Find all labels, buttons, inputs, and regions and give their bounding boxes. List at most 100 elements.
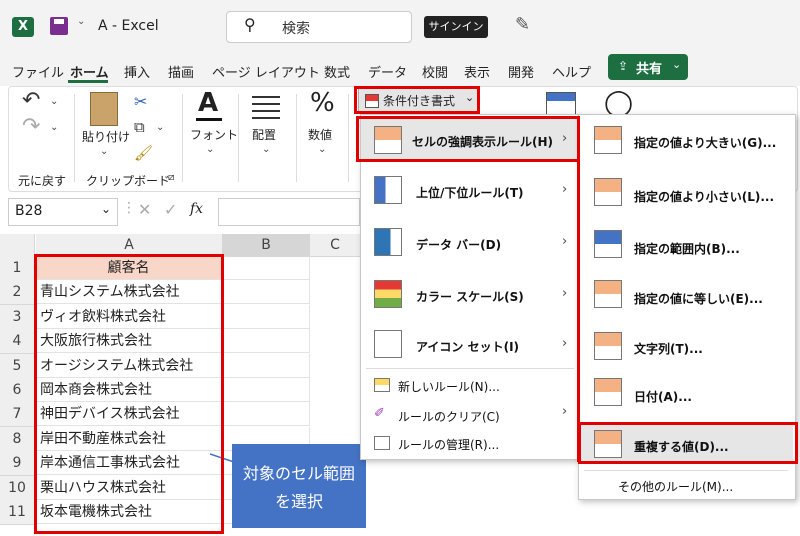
copy-icon[interactable]: ⧉	[134, 118, 145, 136]
row-header[interactable]: 11	[0, 500, 34, 525]
row-header[interactable]: 4	[0, 329, 34, 354]
tab-help[interactable]: ヘルプ	[552, 62, 591, 81]
menu-item-clear-rules[interactable]: ルールのクリア(C)	[398, 408, 500, 425]
menu-item-more-rules[interactable]: その他のルール(M)...	[618, 478, 733, 495]
less-than-icon	[594, 178, 622, 206]
cancel-icon[interactable]: ✕	[138, 200, 151, 219]
undo-group-label: 元に戻す	[18, 174, 67, 188]
menu-item-data-bar[interactable]: データ バー(D)	[416, 236, 501, 253]
redo-icon[interactable]: ↷	[22, 114, 40, 139]
redo-chevron-icon[interactable]: ⌄	[50, 122, 58, 133]
document-title: A - Excel	[98, 18, 159, 34]
row-header[interactable]: 6	[0, 378, 34, 403]
table-cell[interactable]	[222, 280, 310, 304]
tab-view[interactable]: 表示	[464, 62, 490, 81]
data-bar-icon	[374, 228, 402, 256]
chevron-down-icon: ⌄	[672, 58, 682, 71]
more-icon: ⋮	[122, 200, 136, 216]
quick-access-chevron-down-icon[interactable]: ⌄	[77, 16, 85, 27]
font-color-bar	[196, 118, 222, 121]
paste-label[interactable]: 貼り付け	[82, 128, 130, 145]
copy-chevron-icon[interactable]: ⌄	[156, 122, 164, 133]
namebox-value: B28	[15, 203, 43, 219]
font-icon[interactable]: A	[198, 88, 218, 118]
divider	[238, 94, 239, 182]
row-header[interactable]: 10	[0, 476, 34, 501]
undo-icon[interactable]: ↶	[22, 88, 40, 113]
table-cell[interactable]	[222, 256, 310, 280]
menu-item-color-scale[interactable]: カラー スケール(S)	[416, 288, 524, 305]
paste-icon[interactable]	[90, 92, 118, 126]
percent-icon[interactable]: %	[310, 88, 335, 118]
align-icon[interactable]	[252, 96, 280, 119]
column-header-c[interactable]: C	[310, 234, 361, 257]
tab-draw[interactable]: 描画	[168, 62, 194, 81]
divider	[74, 94, 75, 182]
undo-chevron-icon[interactable]: ⌄	[50, 96, 58, 107]
menu-item-between[interactable]: 指定の範囲内(B)...	[634, 240, 740, 257]
manage-rules-icon	[374, 436, 390, 450]
format-painter-icon[interactable]: 🖌	[134, 144, 153, 162]
row-header[interactable]: 7	[0, 402, 34, 427]
active-tab-indicator	[68, 80, 108, 83]
pen-icon[interactable]: ✎	[515, 14, 530, 35]
menu-item-less-than[interactable]: 指定の値より小さい(L)...	[634, 188, 774, 205]
table-cell[interactable]	[222, 402, 310, 426]
share-button[interactable]: ⇪ 共有 ⌄	[608, 54, 688, 80]
menu-item-equal-to[interactable]: 指定の値に等しい(E)...	[634, 290, 763, 307]
save-icon[interactable]	[50, 17, 68, 35]
dialog-launcher-icon[interactable]: ⧄	[168, 172, 174, 183]
menu-item-new-rule[interactable]: 新しいルール(N)...	[398, 378, 500, 395]
column-header-b[interactable]: B	[222, 234, 311, 257]
name-box[interactable]: B28 ⌄	[8, 198, 118, 226]
row-header[interactable]: 8	[0, 427, 34, 452]
menu-item-icon-set[interactable]: アイコン セット(I)	[416, 338, 519, 355]
tab-review[interactable]: 校閲	[422, 62, 448, 81]
row-header[interactable]: 5	[0, 354, 34, 379]
highlight-rules-highlight-box	[356, 116, 580, 162]
signin-button[interactable]: サインイン	[424, 16, 488, 38]
check-icon[interactable]: ✓	[164, 200, 177, 219]
table-cell[interactable]	[222, 329, 310, 353]
menu-item-manage-rules[interactable]: ルールの管理(R)...	[398, 436, 499, 453]
tab-data[interactable]: データ	[368, 62, 407, 81]
menu-item-greater-than[interactable]: 指定の値より大きい(G)...	[634, 134, 776, 151]
table-cell[interactable]	[222, 354, 310, 378]
menu-item-text-contains[interactable]: 文字列(T)...	[634, 340, 703, 357]
font-label[interactable]: フォント	[190, 126, 238, 143]
tab-file[interactable]: ファイル	[12, 62, 64, 81]
divider	[348, 94, 349, 182]
formula-input[interactable]	[218, 198, 360, 226]
number-chevron-icon[interactable]: ⌄	[318, 144, 326, 155]
select-all-corner[interactable]	[0, 234, 35, 257]
menu-divider	[584, 470, 788, 471]
fx-icon[interactable]: fx	[190, 201, 203, 217]
divider	[182, 94, 183, 182]
tab-developer[interactable]: 開発	[508, 62, 534, 81]
paste-chevron-icon[interactable]: ⌄	[100, 146, 108, 157]
menu-item-date-occurring[interactable]: 日付(A)...	[634, 388, 692, 405]
row-header[interactable]: 2	[0, 280, 34, 305]
color-scale-icon	[374, 280, 402, 308]
menu-item-top-bottom-rules[interactable]: 上位/下位ルール(T)	[416, 184, 524, 201]
row-header[interactable]: 1	[0, 256, 34, 281]
table-cell[interactable]	[222, 378, 310, 402]
tab-page-layout[interactable]: ページ レイアウト	[212, 62, 320, 81]
cut-icon[interactable]: ✂	[134, 92, 147, 111]
table-cell[interactable]	[222, 305, 310, 329]
row-header[interactable]: 9	[0, 451, 34, 476]
tab-formulas[interactable]: 数式	[324, 62, 350, 81]
align-label[interactable]: 配置	[252, 126, 276, 143]
callout-line1: 対象のセル範囲	[242, 464, 355, 483]
number-label[interactable]: 数値	[308, 126, 332, 143]
connector-highlight	[560, 160, 580, 462]
menu-divider	[366, 368, 574, 369]
share-icon: ⇪	[618, 59, 629, 73]
tab-home[interactable]: ホーム	[70, 62, 109, 81]
duplicate-highlight-box	[578, 422, 798, 464]
font-chevron-icon[interactable]: ⌄	[206, 144, 214, 155]
align-chevron-icon[interactable]: ⌄	[262, 144, 270, 155]
tab-insert[interactable]: 挿入	[124, 62, 150, 81]
row-header[interactable]: 3	[0, 305, 34, 330]
date-occurring-icon	[594, 378, 622, 406]
